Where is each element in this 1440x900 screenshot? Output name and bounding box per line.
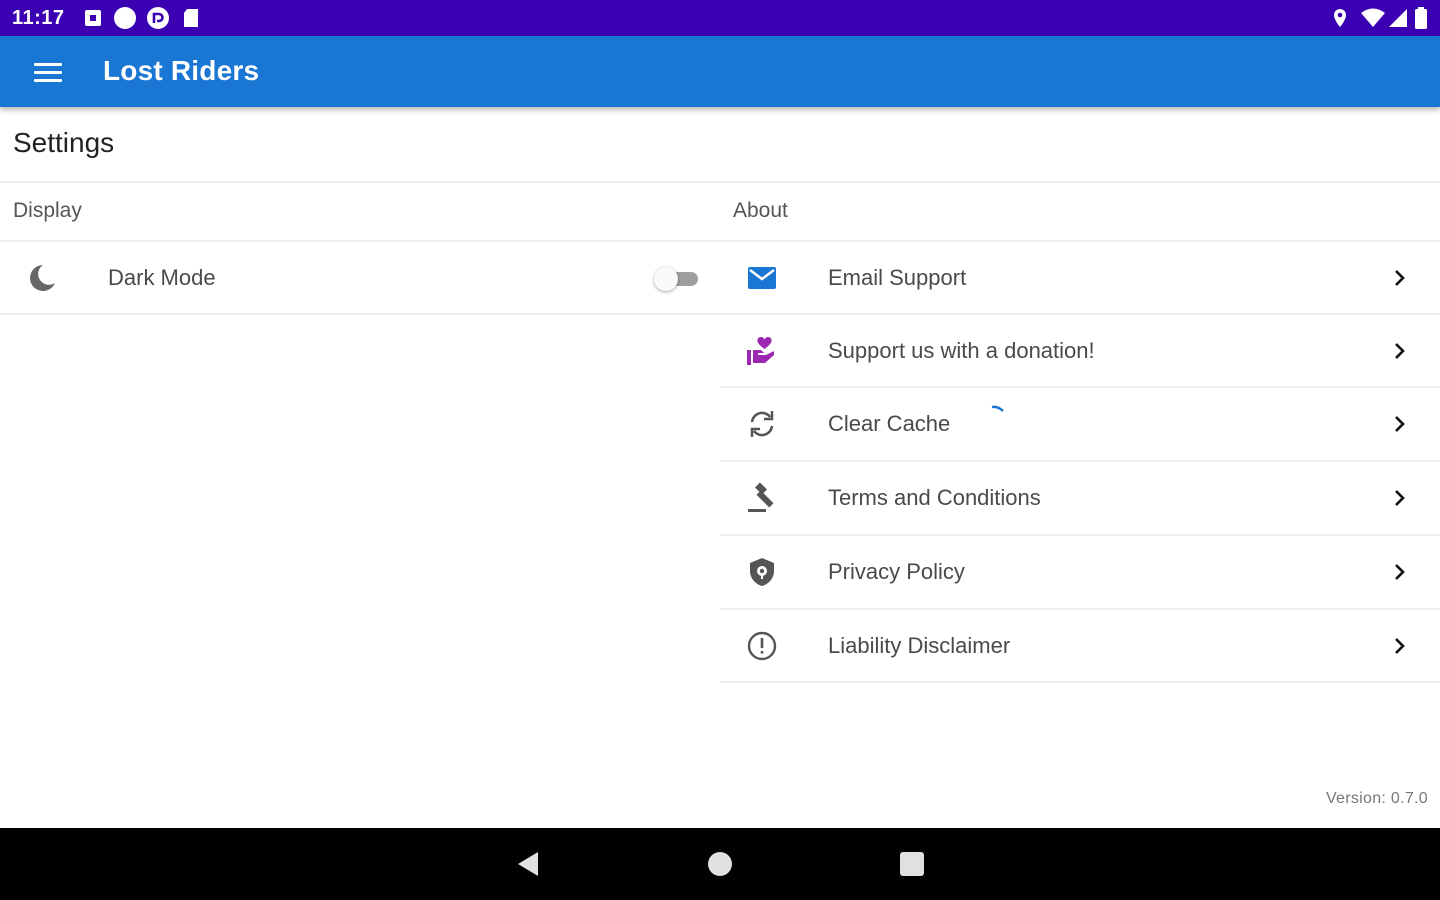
sync-icon bbox=[750, 411, 774, 437]
version-text: Version: 0.7.0 bbox=[1325, 790, 1428, 807]
chevron-right-icon bbox=[1395, 564, 1405, 580]
dark-mode-row[interactable]: Dark Mode bbox=[0, 242, 720, 314]
email-support-row[interactable]: Email Support bbox=[720, 242, 1440, 314]
terms-row[interactable]: Terms and Conditions bbox=[720, 462, 1440, 534]
dark-mode-label: Dark Mode bbox=[108, 265, 216, 290]
menu-icon[interactable] bbox=[28, 54, 68, 90]
chevron-right-icon bbox=[1395, 343, 1405, 359]
home-icon[interactable] bbox=[702, 846, 738, 882]
clear-cache-row[interactable]: Clear Cache bbox=[720, 388, 1440, 460]
divider bbox=[720, 681, 1440, 683]
section-label-about: About bbox=[733, 199, 788, 222]
privacy-policy-label: Privacy Policy bbox=[828, 559, 965, 584]
recents-icon[interactable] bbox=[894, 846, 930, 882]
app-bar: Lost Riders bbox=[0, 36, 1440, 107]
chevron-right-icon bbox=[1395, 638, 1405, 654]
liability-disclaimer-row[interactable]: Liability Disclaimer bbox=[720, 610, 1440, 682]
donation-row[interactable]: Support us with a donation! bbox=[720, 315, 1440, 387]
gavel-icon bbox=[748, 482, 774, 512]
app-title: Lost Riders bbox=[103, 55, 260, 86]
back-icon[interactable] bbox=[510, 846, 546, 882]
moon-icon bbox=[30, 265, 55, 291]
wifi-icon bbox=[1361, 8, 1385, 27]
section-label-display: Display bbox=[13, 199, 82, 222]
chevron-right-icon bbox=[1395, 490, 1405, 506]
dark-mode-toggle[interactable] bbox=[654, 266, 700, 292]
divider bbox=[0, 181, 1440, 183]
battery-icon bbox=[1415, 7, 1427, 29]
cell-signal-icon bbox=[1389, 9, 1407, 27]
divider bbox=[0, 313, 720, 315]
pocket-casts-icon bbox=[147, 7, 169, 29]
exclamation-circle-icon bbox=[747, 631, 777, 661]
chevron-right-icon bbox=[1395, 416, 1405, 432]
shield-lock-icon bbox=[750, 558, 774, 586]
status-bar: 11:17 bbox=[0, 0, 1440, 36]
chevron-right-icon bbox=[1395, 270, 1405, 286]
donation-label: Support us with a donation! bbox=[828, 338, 1095, 363]
location-icon bbox=[1334, 9, 1346, 27]
page-title: Settings bbox=[13, 127, 115, 158]
loading-spinner-icon bbox=[991, 405, 1004, 412]
privacy-policy-row[interactable]: Privacy Policy bbox=[720, 536, 1440, 608]
status-time: 11:17 bbox=[12, 7, 65, 29]
liability-disclaimer-label: Liability Disclaimer bbox=[828, 633, 1011, 658]
toggle-thumb bbox=[654, 267, 678, 291]
terms-label: Terms and Conditions bbox=[828, 485, 1041, 510]
circle-icon bbox=[114, 7, 136, 29]
navigation-bar bbox=[0, 828, 1440, 900]
sd-card-icon bbox=[184, 9, 198, 27]
email-support-label: Email Support bbox=[828, 265, 967, 290]
donation-hand-heart-icon bbox=[747, 337, 774, 365]
clear-cache-label: Clear Cache bbox=[828, 411, 951, 436]
email-icon bbox=[748, 267, 776, 289]
notification-square-icon bbox=[85, 10, 101, 26]
